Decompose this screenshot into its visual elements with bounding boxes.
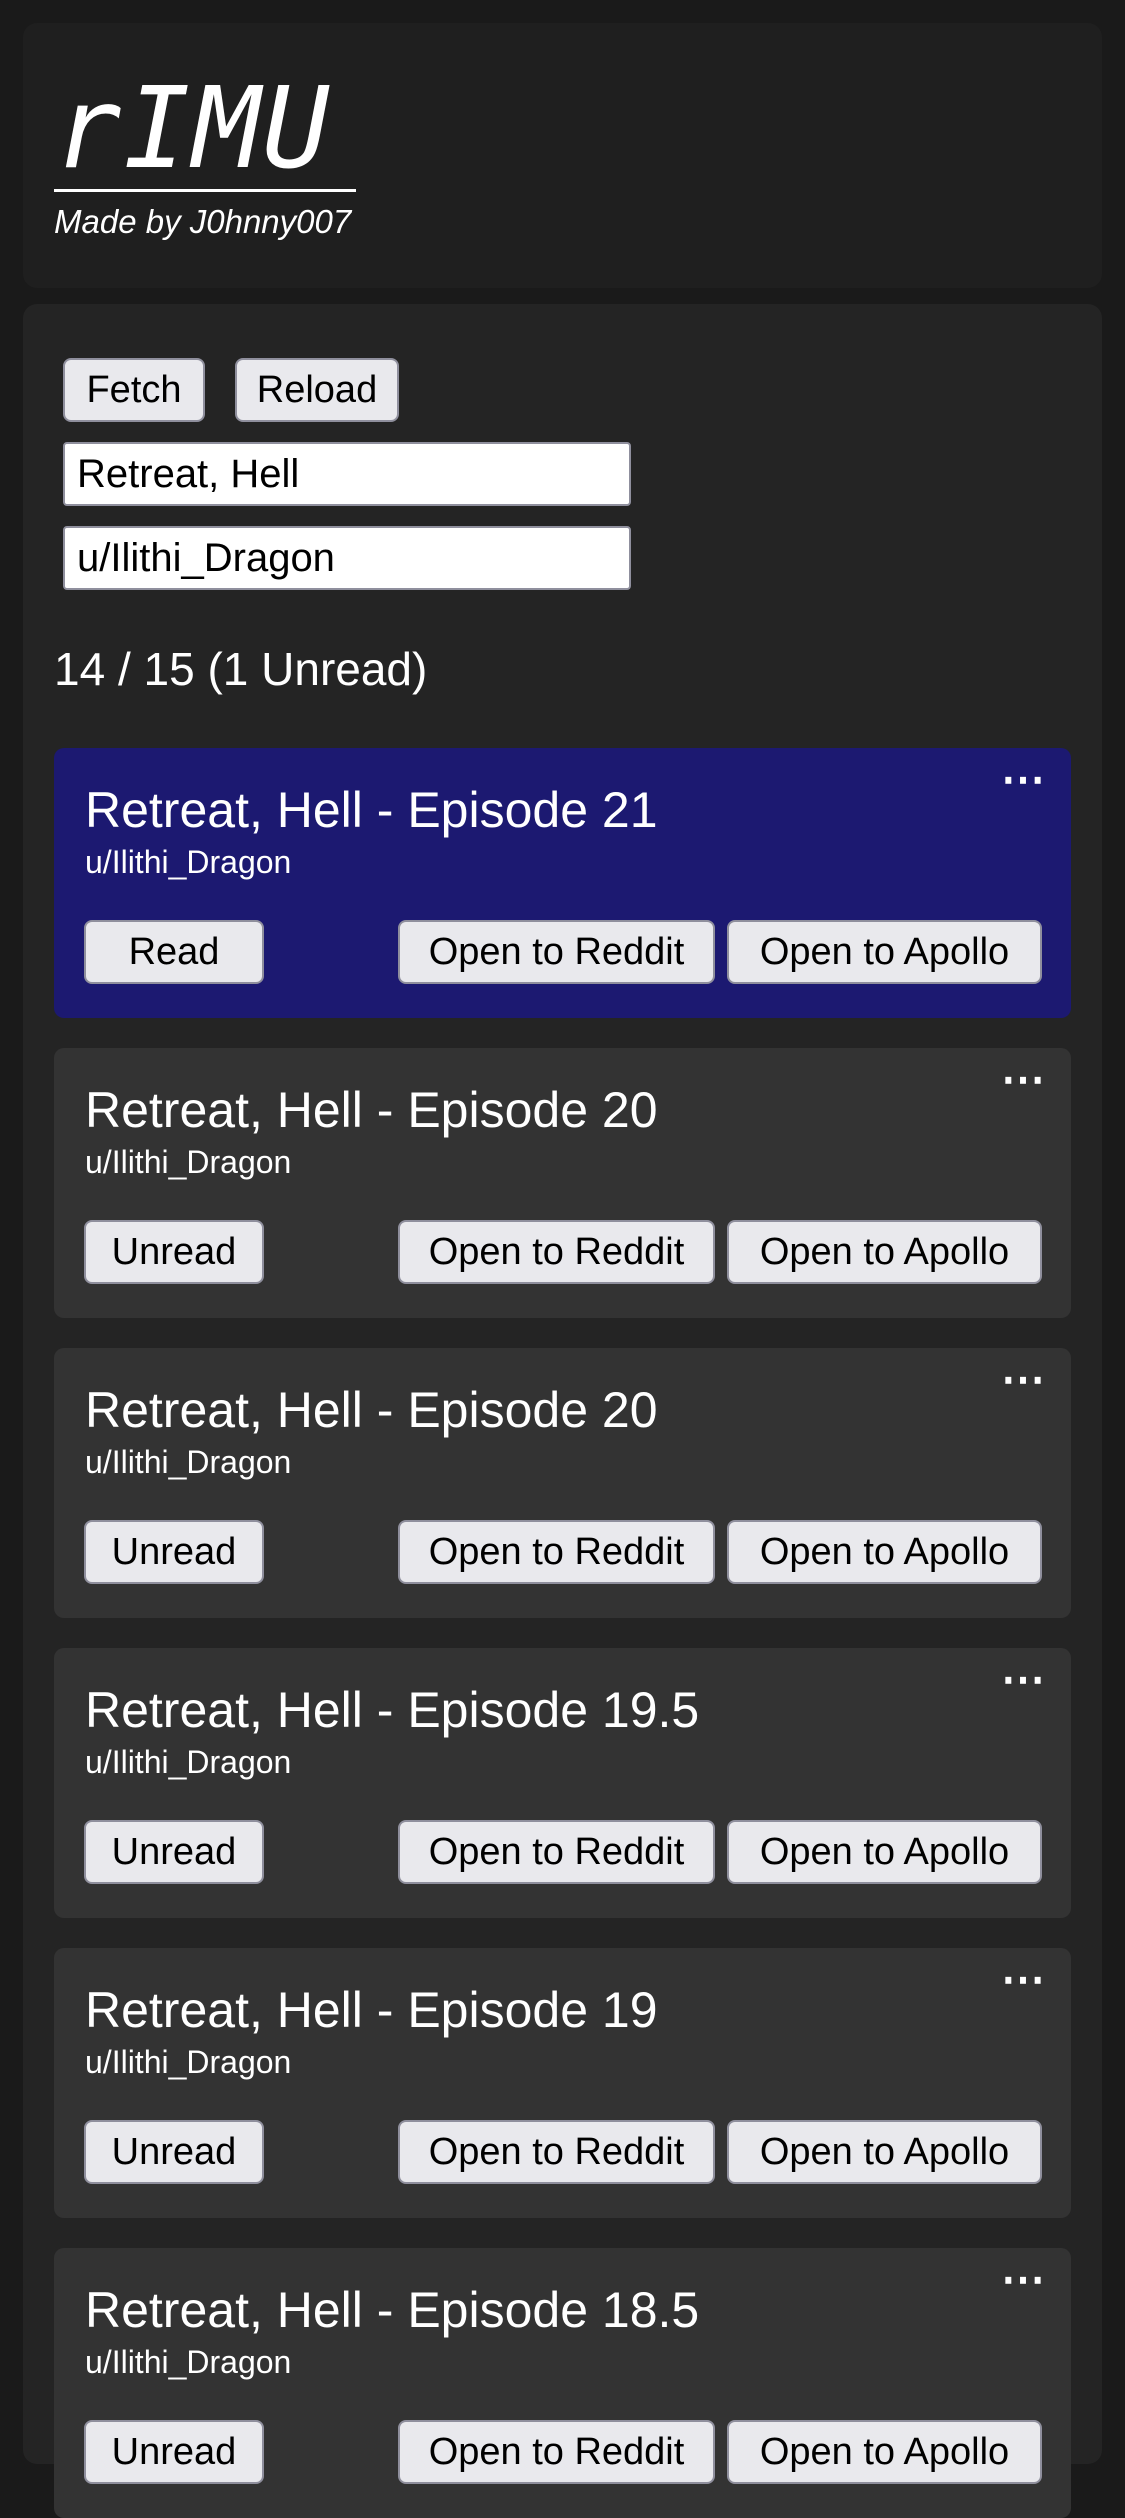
mark-unread-button[interactable]: Unread bbox=[84, 1520, 264, 1584]
mark-unread-button[interactable]: Unread bbox=[84, 1220, 264, 1284]
mark-unread-button[interactable]: Unread bbox=[84, 1820, 264, 1884]
post-card: Retreat, Hell - Episode 21 u/Ilithi_Drag… bbox=[54, 748, 1071, 1018]
post-title: Retreat, Hell - Episode 20 bbox=[85, 1082, 658, 1138]
post-card: Retreat, Hell - Episode 20 u/Ilithi_Drag… bbox=[54, 1048, 1071, 1318]
read-count-status: 14 / 15 (1 Unread) bbox=[54, 643, 428, 695]
post-title: Retreat, Hell - Episode 18.5 bbox=[85, 2282, 700, 2338]
post-card: Retreat, Hell - Episode 19.5 u/Ilithi_Dr… bbox=[54, 1648, 1071, 1918]
open-apollo-button[interactable]: Open to Apollo bbox=[727, 920, 1042, 984]
post-author: u/Ilithi_Dragon bbox=[85, 1744, 292, 1780]
more-options-icon[interactable]: ⋯ bbox=[1001, 1958, 1047, 2002]
more-options-icon[interactable]: ⋯ bbox=[1001, 758, 1047, 802]
logo-underline bbox=[54, 189, 356, 192]
open-apollo-button[interactable]: Open to Apollo bbox=[727, 1520, 1042, 1584]
open-reddit-button[interactable]: Open to Reddit bbox=[398, 2420, 715, 2484]
post-card: Retreat, Hell - Episode 20 u/Ilithi_Drag… bbox=[54, 1348, 1071, 1618]
open-apollo-button[interactable]: Open to Apollo bbox=[727, 2120, 1042, 2184]
post-author: u/Ilithi_Dragon bbox=[85, 1444, 292, 1480]
mark-unread-button[interactable]: Unread bbox=[84, 2420, 264, 2484]
post-author: u/Ilithi_Dragon bbox=[85, 844, 292, 880]
post-title: Retreat, Hell - Episode 20 bbox=[85, 1382, 658, 1438]
main-panel: Fetch Reload Retreat, Hell u/Ilithi_Drag… bbox=[23, 304, 1102, 2518]
post-title: Retreat, Hell - Episode 19 bbox=[85, 1982, 658, 2038]
more-options-icon[interactable]: ⋯ bbox=[1001, 2258, 1047, 2302]
mark-unread-button[interactable]: Unread bbox=[84, 2120, 264, 2184]
open-reddit-button[interactable]: Open to Reddit bbox=[398, 1520, 715, 1584]
open-reddit-button[interactable]: Open to Reddit bbox=[398, 2120, 715, 2184]
open-apollo-button[interactable]: Open to Apollo bbox=[727, 1820, 1042, 1884]
post-author: u/Ilithi_Dragon bbox=[85, 2344, 292, 2380]
open-reddit-button[interactable]: Open to Reddit bbox=[398, 1220, 715, 1284]
more-options-icon[interactable]: ⋯ bbox=[1001, 1058, 1047, 1102]
open-reddit-button[interactable]: Open to Reddit bbox=[398, 920, 715, 984]
post-title: Retreat, Hell - Episode 19.5 bbox=[85, 1682, 700, 1738]
open-reddit-button[interactable]: Open to Reddit bbox=[398, 1820, 715, 1884]
open-apollo-button[interactable]: Open to Apollo bbox=[727, 2420, 1042, 2484]
more-options-icon[interactable]: ⋯ bbox=[1001, 1358, 1047, 1402]
reload-button[interactable]: Reload bbox=[235, 358, 399, 422]
mark-read-button[interactable]: Read bbox=[84, 920, 264, 984]
app-subtitle: Made by J0hnny007 bbox=[54, 203, 352, 240]
more-options-icon[interactable]: ⋯ bbox=[1001, 1658, 1047, 1702]
series-input[interactable]: Retreat, Hell bbox=[63, 442, 631, 506]
post-title: Retreat, Hell - Episode 21 bbox=[85, 782, 658, 838]
post-author: u/Ilithi_Dragon bbox=[85, 1144, 292, 1180]
post-author: u/Ilithi_Dragon bbox=[85, 2044, 292, 2080]
post-card: Retreat, Hell - Episode 19 u/Ilithi_Drag… bbox=[54, 1948, 1071, 2218]
header-card: rIMU Made by J0hnny007 bbox=[23, 23, 1102, 288]
open-apollo-button[interactable]: Open to Apollo bbox=[727, 1220, 1042, 1284]
app-logo: rIMU bbox=[54, 64, 332, 194]
author-input[interactable]: u/Ilithi_Dragon bbox=[63, 526, 631, 590]
fetch-button[interactable]: Fetch bbox=[63, 358, 205, 422]
post-card: Retreat, Hell - Episode 18.5 u/Ilithi_Dr… bbox=[54, 2248, 1071, 2518]
